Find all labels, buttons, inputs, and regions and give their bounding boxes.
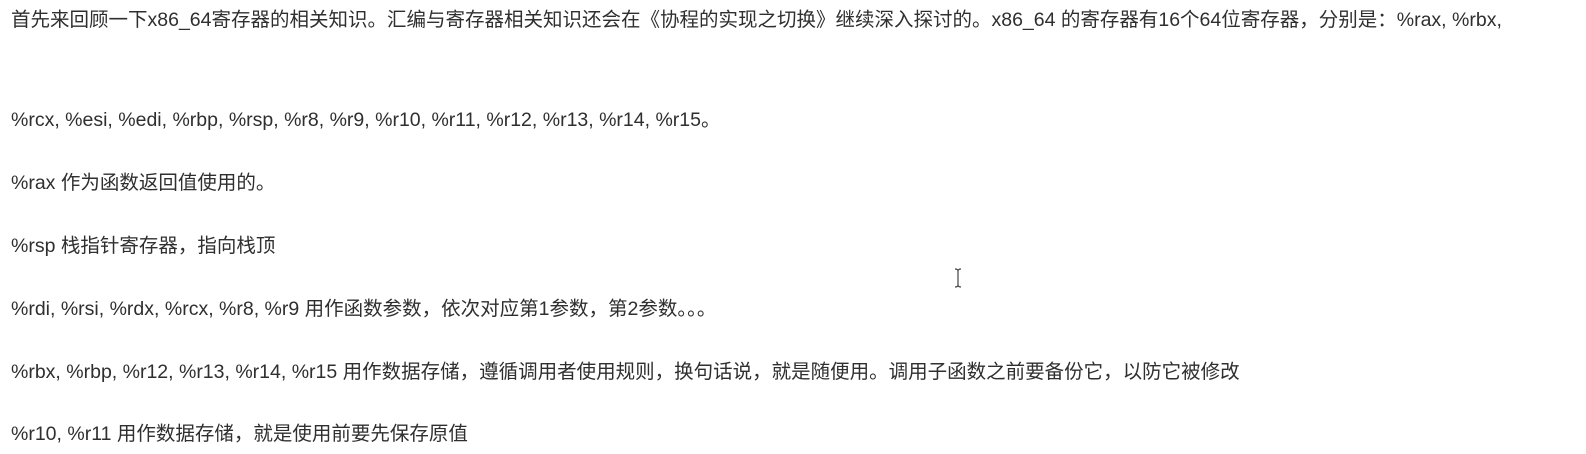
paragraph-rax-role: %rax 作为函数返回值使用的。 [11, 172, 276, 194]
paragraph-callee-saved-registers: %rbx, %rbp, %r12, %r13, %r14, %r15 用作数据存… [11, 361, 1240, 383]
paragraph-caller-saved-registers: %r10, %r11 用作数据存储，就是使用前要先保存原值 [11, 423, 468, 445]
paragraph-rsp-role: %rsp 栈指针寄存器，指向栈顶 [11, 235, 276, 257]
document-body: 首先来回顾一下x86_64寄存器的相关知识。汇编与寄存器相关知识还会在《协程的实… [0, 0, 1586, 454]
paragraph-register-list: %rcx, %esi, %edi, %rbp, %rsp, %r8, %r9, … [11, 109, 721, 131]
text-cursor-ibeam-icon [954, 268, 962, 288]
paragraph-register-intro: 首先来回顾一下x86_64寄存器的相关知识。汇编与寄存器相关知识还会在《协程的实… [11, 9, 1502, 31]
paragraph-argument-registers: %rdi, %rsi, %rdx, %rcx, %r8, %r9 用作函数参数，… [11, 298, 717, 320]
